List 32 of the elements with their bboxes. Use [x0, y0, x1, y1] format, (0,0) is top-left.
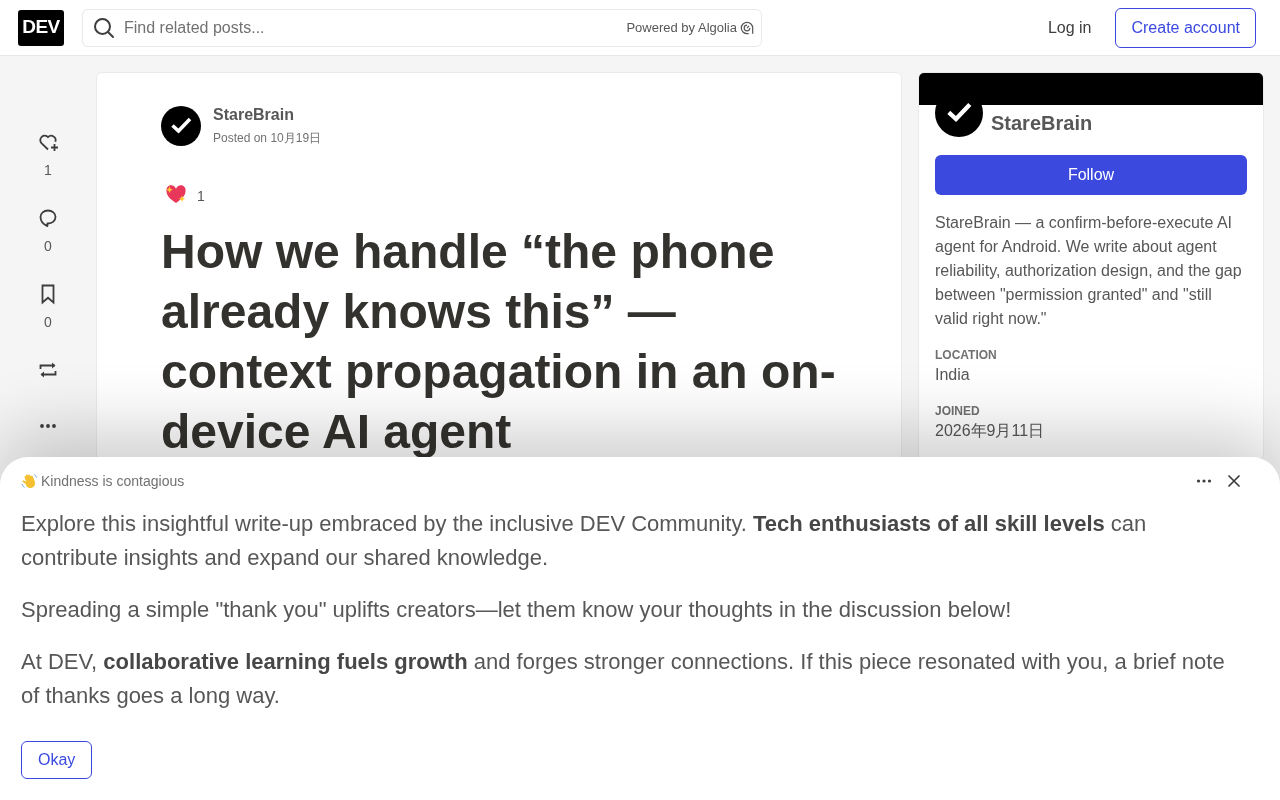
sparkle-heart-icon	[164, 182, 188, 206]
profile-name[interactable]: StareBrain	[991, 109, 1093, 137]
login-link[interactable]: Log in	[1031, 7, 1108, 48]
article-title: How we handle “the phone already knows this” — context propagation in an on-device AI agent	[161, 224, 837, 460]
logo[interactable]: DEV	[18, 9, 64, 46]
like-button[interactable]: 1	[36, 130, 60, 180]
close-icon	[1228, 475, 1240, 487]
detail-label: JOINED	[935, 403, 981, 419]
algolia-attribution[interactable]: Powered by Algolia	[626, 17, 737, 38]
avatar-icon	[161, 105, 201, 146]
more-icon	[1196, 479, 1212, 483]
bookmark-button[interactable]: 0	[36, 282, 60, 332]
comment-button[interactable]: 0	[36, 206, 60, 256]
search-field[interactable]: Find related posts... Powered by Algolia	[82, 8, 762, 47]
author-name[interactable]: StareBrain	[213, 105, 322, 125]
sheet-paragraph: At DEV, collaborative learning fuels growth and forges stronger connections. If this piece resonated with you, a brief note of thanks goes a long way.	[21, 648, 1226, 710]
reaction-count: 1	[197, 187, 205, 206]
post-date: Posted on 10月19日	[213, 130, 322, 146]
more-icon	[40, 424, 56, 428]
profile-bio: StareBrain — a confirm-before-execute AI agent for Android. We write about agent reliability, authorization design, and the gap between "permission granted" and "still valid right now."	[935, 213, 1243, 329]
detail-value: India	[935, 365, 971, 385]
detail-value: 2026年9月11日	[935, 421, 1046, 441]
sheet-title: Kindness is contagious	[41, 473, 185, 489]
waving-hand-icon	[21, 473, 37, 489]
search-icon	[92, 15, 116, 40]
okay-button[interactable]: Okay	[21, 741, 93, 779]
follow-button[interactable]: Follow	[935, 155, 1247, 195]
sheet-paragraph: Explore this insightful write-up embraced by the inclusive DEV Community. Tech enthusiasts of all skill levels can contribute insights and expand our shared knowledge.	[21, 510, 1148, 572]
detail-label: LOCATION	[935, 347, 998, 363]
create-account-button[interactable]: Create account	[1115, 7, 1256, 48]
algolia-icon	[740, 20, 754, 35]
sheet-paragraph: Spreading a simple "thank you" uplifts creators—let them know your thoughts in the discussion below!	[21, 596, 1013, 624]
